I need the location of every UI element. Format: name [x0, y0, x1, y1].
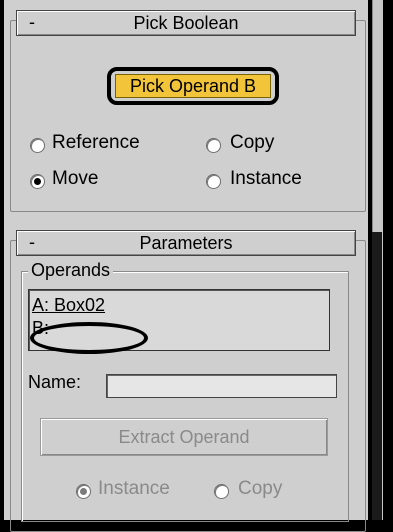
- extract-radio-instance-label: Instance: [98, 478, 170, 499]
- name-field[interactable]: [106, 374, 337, 398]
- pick-operand-b-button[interactable]: Pick Operand B: [115, 74, 271, 98]
- parameters-title: Parameters: [139, 232, 233, 253]
- parameters-rollout-header[interactable]: - Parameters: [16, 230, 356, 256]
- radio-reference-label: Reference: [52, 132, 140, 153]
- extract-radio-instance-icon[interactable]: [76, 484, 91, 499]
- name-label: Name:: [28, 372, 82, 392]
- extract-radio-copy-icon[interactable]: [214, 484, 229, 499]
- radio-move-label: Move: [52, 168, 99, 189]
- radio-copy-label: Copy: [230, 132, 275, 153]
- radio-instance-icon[interactable]: [206, 174, 221, 189]
- pick-boolean-rollout-header[interactable]: - Pick Boolean: [16, 10, 356, 36]
- extract-operand-button[interactable]: Extract Operand: [40, 418, 328, 456]
- radio-move-icon[interactable]: [30, 174, 45, 189]
- list-item[interactable]: A: Box02: [32, 295, 105, 316]
- panel-scrollbar-track-dark: [372, 232, 382, 520]
- extract-radio-copy-label: Copy: [238, 478, 283, 499]
- pick-boolean-title: Pick Boolean: [133, 12, 239, 33]
- radio-instance-label: Instance: [230, 168, 302, 189]
- pick-operand-b-highlight: Pick Operand B: [107, 67, 279, 105]
- radio-reference-icon[interactable]: [30, 138, 45, 153]
- radio-copy-icon[interactable]: [206, 138, 221, 153]
- collapse-minus-icon: -: [29, 232, 35, 252]
- operands-legend: Operands: [28, 260, 114, 281]
- operand-b-highlight: [30, 322, 148, 354]
- collapse-minus-icon: -: [29, 12, 35, 32]
